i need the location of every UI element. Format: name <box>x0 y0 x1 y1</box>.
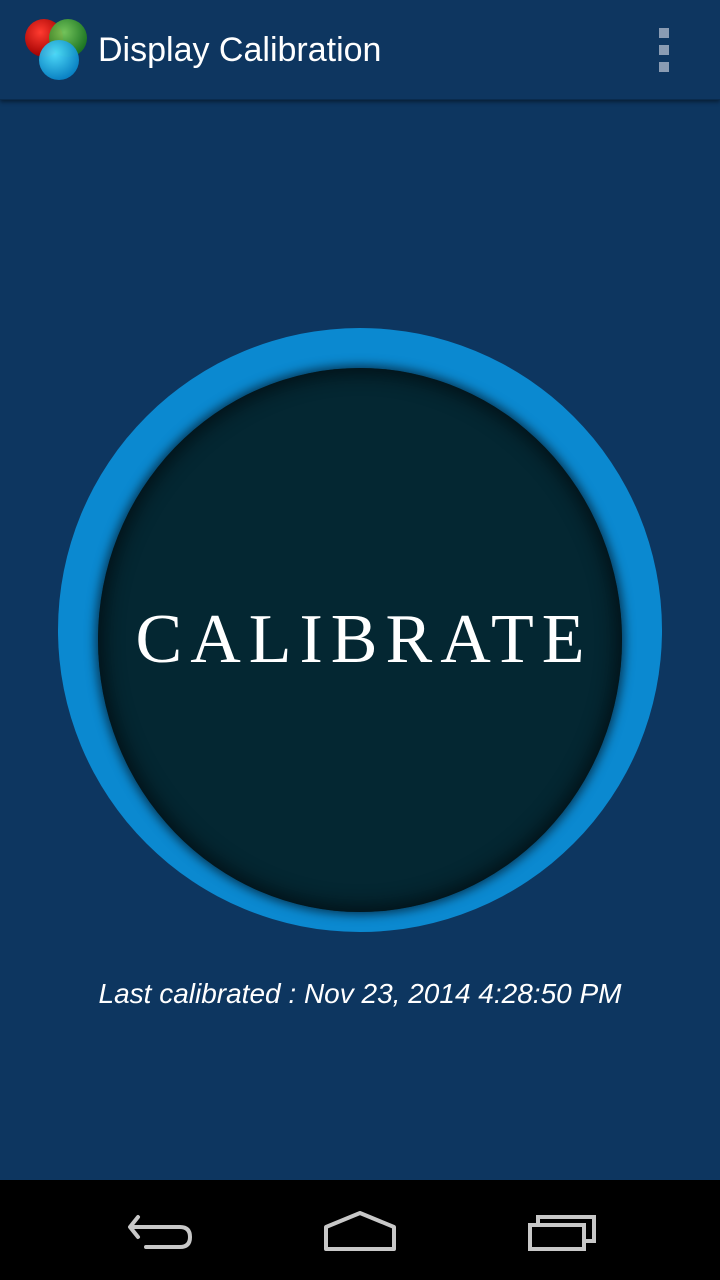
recents-icon[interactable] <box>512 1200 612 1260</box>
overflow-menu-icon[interactable] <box>642 22 686 78</box>
overflow-dot <box>659 62 669 72</box>
app-window: Display Calibration CALIBRATE Last calib… <box>0 0 720 1280</box>
navigation-bar <box>0 1180 720 1280</box>
home-icon[interactable] <box>310 1200 410 1260</box>
app-title: Display Calibration <box>98 31 382 69</box>
calibrate-button[interactable]: CALIBRATE <box>98 368 622 912</box>
back-icon[interactable] <box>110 1200 210 1260</box>
overflow-dot <box>659 45 669 55</box>
overflow-dot <box>659 28 669 38</box>
calibrate-label: CALIBRATE <box>135 601 593 678</box>
rgb-circles-icon <box>22 14 92 84</box>
last-calibrated-text: Last calibrated : Nov 23, 2014 4:28:50 P… <box>98 978 622 1009</box>
main-content: CALIBRATE Last calibrated : Nov 23, 2014… <box>0 100 720 1180</box>
action-bar: Display Calibration <box>0 0 720 100</box>
